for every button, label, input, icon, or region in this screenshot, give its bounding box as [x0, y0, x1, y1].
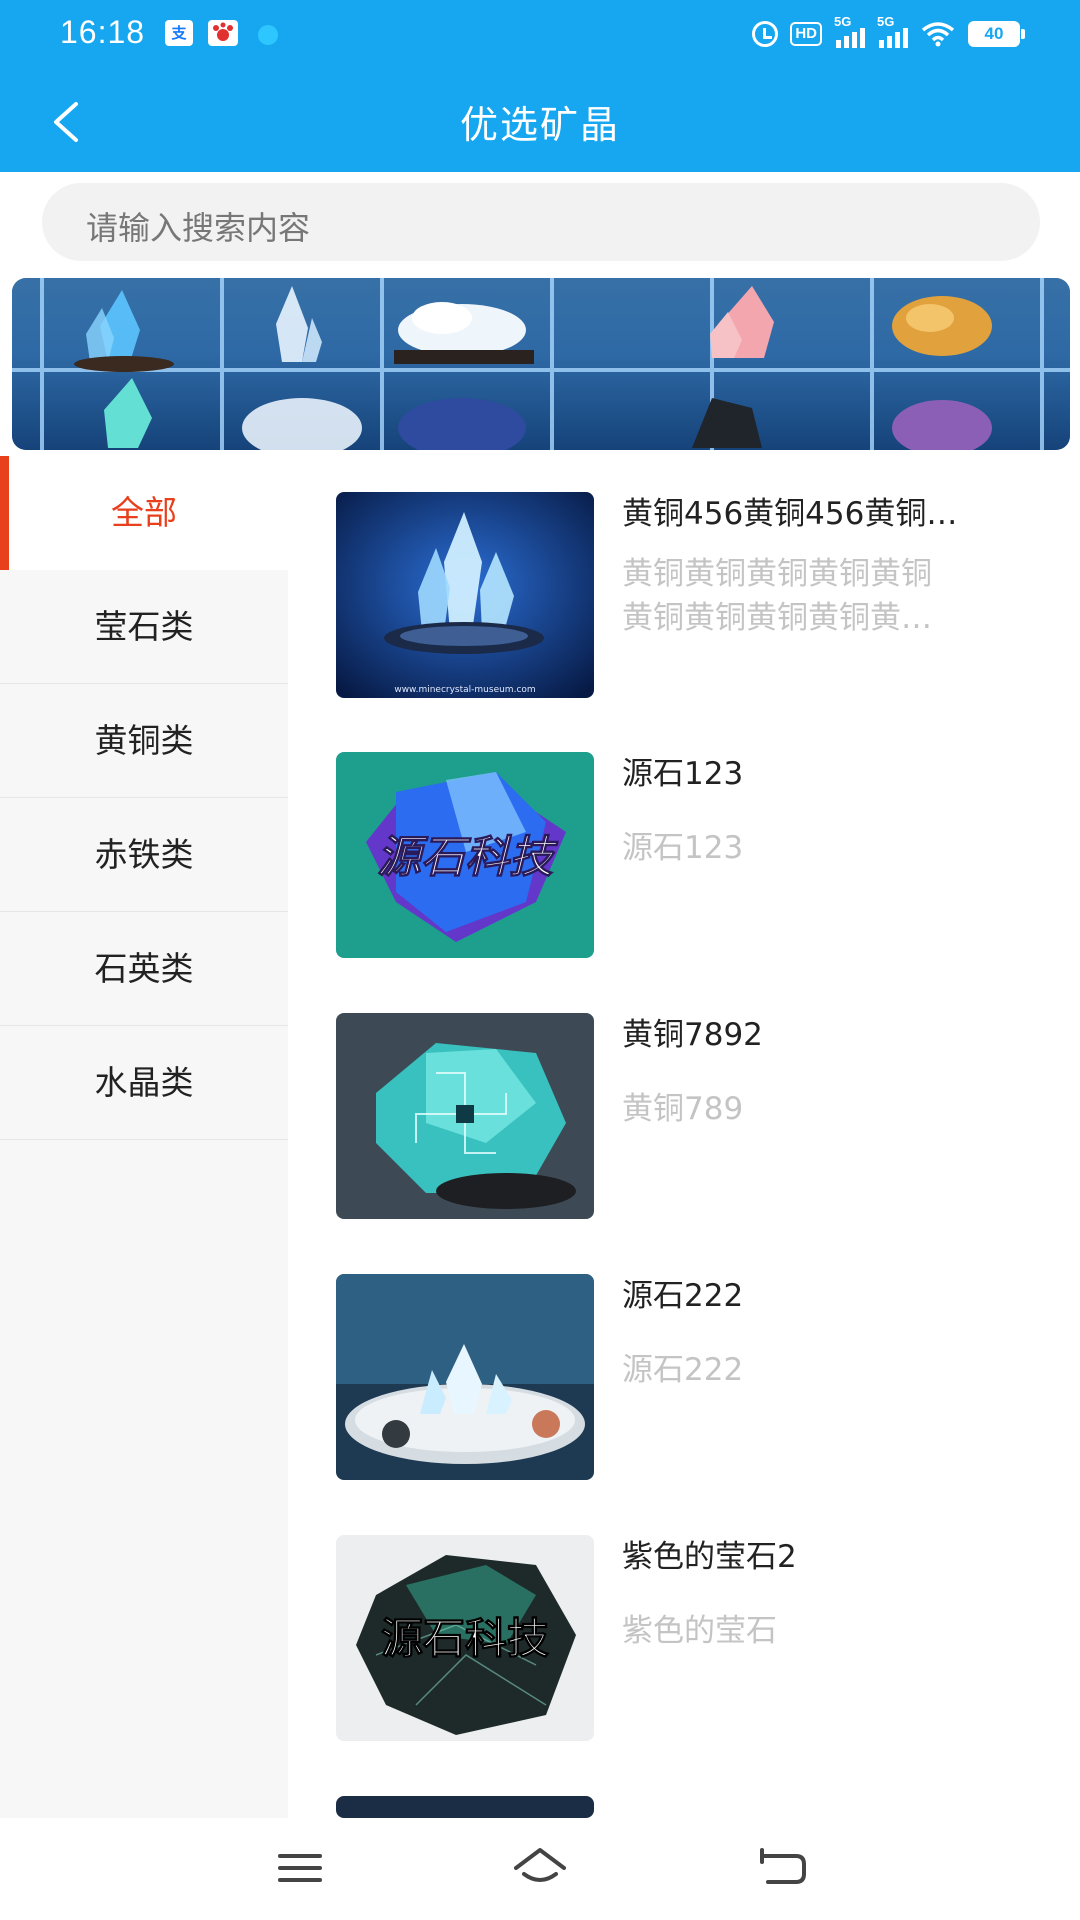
- category-crystal[interactable]: 水晶类: [0, 1026, 288, 1140]
- list-item[interactable]: 源石222 源石222: [336, 1274, 1036, 1482]
- image-text: 源石科技: [381, 1614, 549, 1663]
- app-header: 16:18 支 HD 5G 5G 40 优选矿晶: [0, 0, 1080, 172]
- product-image: [336, 1013, 594, 1219]
- alipay-icon: 支: [165, 20, 193, 46]
- alarm-icon: [752, 21, 779, 47]
- home-icon[interactable]: [510, 1840, 570, 1896]
- category-quartz[interactable]: 石英类: [0, 912, 288, 1026]
- signal-label: 5G: [834, 14, 852, 29]
- hd-icon: HD: [790, 22, 822, 46]
- product-name: 黄铜456黄铜456黄铜…: [622, 496, 958, 532]
- status-bar: 16:18 支 HD 5G 5G 40: [0, 0, 1080, 66]
- product-desc-line: 黄铜黄铜黄铜黄铜黄…: [622, 600, 932, 636]
- signal-icon: 5G: [834, 14, 865, 48]
- banner-image[interactable]: [12, 278, 1070, 450]
- product-desc: 黄铜黄铜黄铜黄铜黄铜 黄铜黄铜黄铜黄铜黄…: [622, 552, 1032, 640]
- status-icons: HD 5G 5G 40: [752, 14, 1025, 54]
- list-item[interactable]: 黄铜7892 黄铜789: [336, 1013, 1036, 1221]
- product-image: [336, 1274, 594, 1480]
- bubble-icon: [258, 25, 278, 45]
- product-image: 源石科技: [336, 752, 594, 958]
- category-hematite[interactable]: 赤铁类: [0, 798, 288, 912]
- list-item[interactable]: [336, 1796, 1036, 1818]
- product-name: 源石123: [622, 756, 744, 792]
- product-name: 源石222: [622, 1278, 744, 1314]
- product-desc: 黄铜789: [622, 1091, 744, 1127]
- product-name: 紫色的莹石2: [622, 1539, 797, 1575]
- product-image: 源石科技: [336, 1535, 594, 1741]
- back-icon[interactable]: [752, 1840, 812, 1896]
- product-desc: 紫色的莹石: [622, 1613, 777, 1649]
- list-item[interactable]: www.minecrystal-museum.com 黄铜456黄铜456黄铜……: [336, 492, 1036, 700]
- search-placeholder: 请输入搜索内容: [86, 209, 311, 247]
- baidu-icon: [208, 20, 238, 46]
- list-item[interactable]: 源石科技 紫色的莹石2 紫色的莹石: [336, 1535, 1036, 1743]
- system-nav-bar: [0, 1818, 1080, 1920]
- signal-icon: 5G: [877, 14, 908, 48]
- menu-icon[interactable]: [270, 1840, 330, 1896]
- status-time: 16:18: [60, 14, 146, 50]
- signal-label: 5G: [877, 14, 895, 29]
- category-sidebar: 全部 莹石类 黄铜类 赤铁类 石英类 水晶类: [0, 456, 288, 1818]
- product-desc: 源石222: [622, 1352, 744, 1388]
- list-item[interactable]: 源石科技 源石123 源石123: [336, 752, 1036, 960]
- image-caption: www.minecrystal-museum.com: [394, 685, 535, 695]
- product-image: www.minecrystal-museum.com: [336, 492, 594, 698]
- product-desc-line: 黄铜黄铜黄铜黄铜黄铜: [622, 556, 932, 592]
- search-input[interactable]: 请输入搜索内容: [42, 183, 1040, 261]
- product-desc: 源石123: [622, 830, 744, 866]
- image-text: 源石科技: [377, 832, 559, 883]
- product-name: 黄铜7892: [622, 1017, 763, 1053]
- battery-icon: 40: [968, 21, 1025, 47]
- product-image: [336, 1796, 594, 1818]
- page-title: 优选矿晶: [459, 103, 620, 147]
- category-brass[interactable]: 黄铜类: [0, 684, 288, 798]
- category-fluorite[interactable]: 莹石类: [0, 570, 288, 684]
- category-all[interactable]: 全部: [0, 456, 288, 570]
- wifi-icon: [920, 21, 956, 47]
